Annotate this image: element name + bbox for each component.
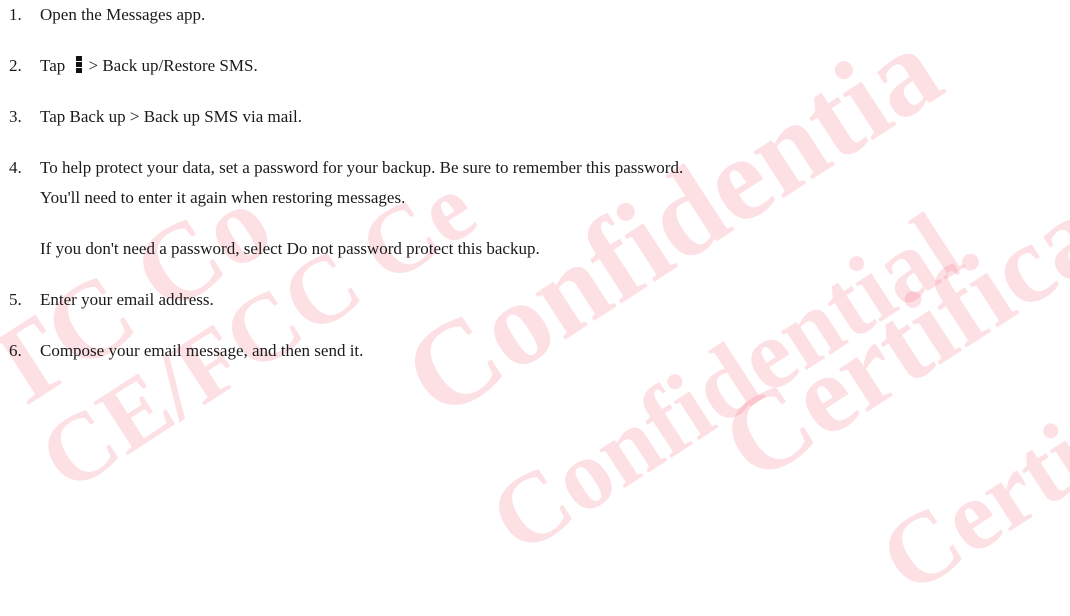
step-note: If you don't need a password, select Do … — [40, 239, 540, 258]
more-options-icon — [75, 56, 82, 73]
step-text: Tap > Back up/Restore SMS. — [40, 55, 258, 77]
watermark-text: Certif — [861, 382, 1070, 615]
step-number: 6. — [9, 341, 22, 360]
step-text-continued: You'll need to enter it again when resto… — [40, 188, 406, 207]
watermark-text: Confidential — [471, 191, 979, 575]
step-text: Tap Back up > Back up SMS via mail. — [40, 107, 302, 126]
step-number: 5. — [9, 290, 22, 309]
step-number: 4. — [9, 158, 22, 177]
watermark-text: Confidentia — [381, 1, 963, 444]
step-text: Enter your email address. — [40, 290, 214, 309]
step-number: 3. — [9, 107, 22, 126]
step-text-after-icon: > Back up/Restore SMS. — [88, 56, 258, 75]
step-text: Open the Messages app. — [40, 5, 206, 24]
step-number: 1. — [9, 5, 22, 24]
watermark-text: Certificatio — [701, 103, 1070, 506]
step-text-before-icon: Tap — [40, 56, 70, 75]
step-number: 2. — [9, 56, 22, 75]
step-text: Compose your email message, and then sen… — [40, 341, 364, 360]
step-text: To help protect your data, set a passwor… — [40, 158, 684, 177]
